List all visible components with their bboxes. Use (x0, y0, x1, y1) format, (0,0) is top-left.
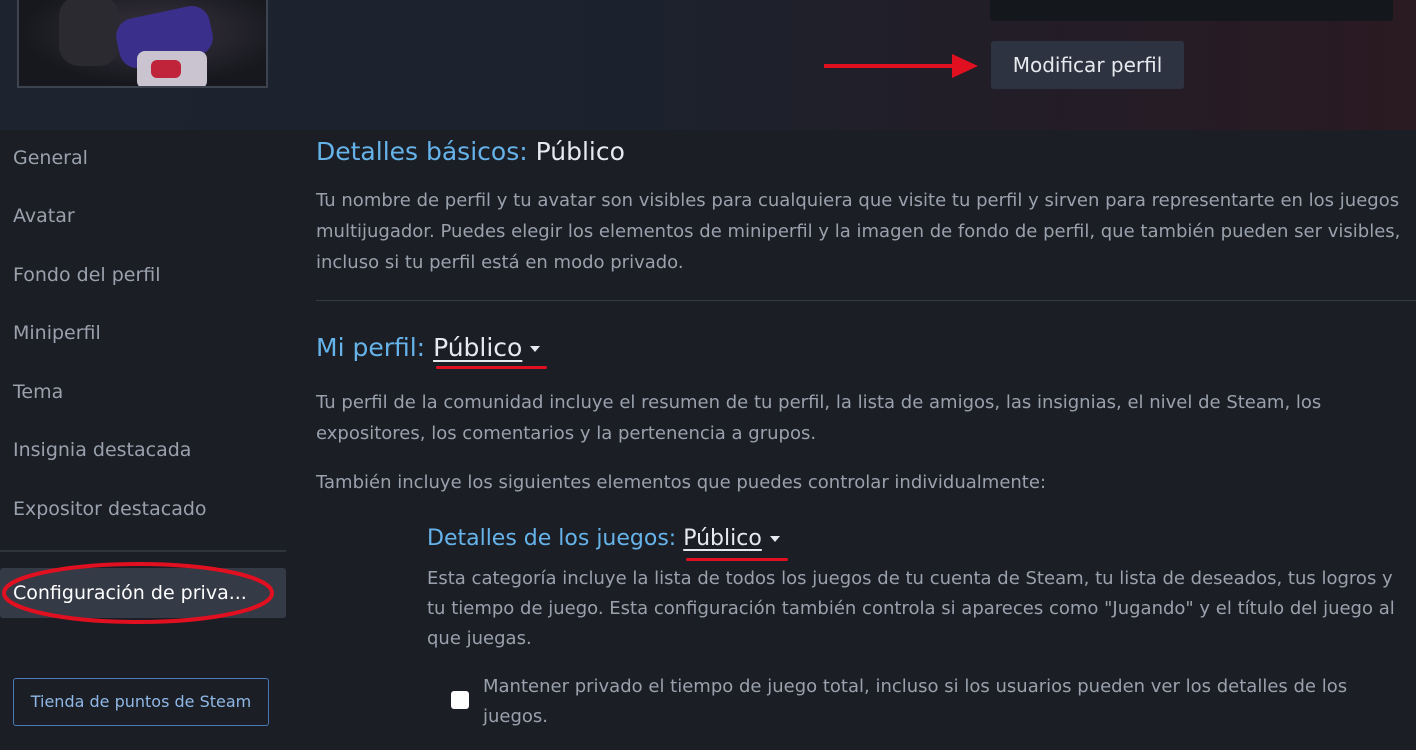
sidebar-item-profile-background[interactable]: Fondo del perfil (13, 264, 161, 286)
profile-header: Modificar perfil (0, 0, 1416, 130)
basic-details-value: Público (535, 137, 625, 166)
sidebar-item-miniprofile[interactable]: Miniperfil (13, 322, 101, 344)
edit-profile-button[interactable]: Modificar perfil (991, 41, 1184, 89)
sidebar-item-featured-showcase[interactable]: Expositor destacado (13, 498, 207, 520)
settings-sidebar: General Avatar Fondo del perfil Miniperf… (0, 130, 300, 750)
my-profile-description: Tu perfil de la comunidad incluye el res… (316, 392, 1322, 444)
private-playtime-checkbox[interactable] (451, 691, 469, 709)
my-profile-heading: Mi perfil: Público (316, 333, 541, 362)
chevron-down-icon[interactable] (530, 346, 541, 352)
basic-details-heading: Detalles básicos: Público (316, 137, 625, 166)
section-divider (316, 300, 1416, 301)
basic-details-description: Tu nombre de perfil y tu avatar son visi… (316, 190, 1401, 273)
annotation-oval (2, 562, 274, 624)
sidebar-item-avatar[interactable]: Avatar (13, 205, 75, 227)
annotation-arrow-icon (824, 54, 978, 78)
game-details-dropdown[interactable]: Público (683, 526, 762, 551)
game-details-heading: Detalles de los juegos: Público (427, 526, 780, 551)
sidebar-item-general[interactable]: General (13, 147, 88, 169)
chevron-down-icon[interactable] (769, 536, 780, 542)
basic-details-label: Detalles básicos: (316, 137, 528, 166)
game-details-label: Detalles de los juegos: (427, 526, 677, 551)
points-shop-button[interactable]: Tienda de puntos de Steam (13, 678, 269, 726)
my-profile-value: Público (433, 333, 523, 362)
my-profile-label: Mi perfil: (316, 333, 426, 362)
annotation-underline (686, 558, 788, 561)
sidebar-item-featured-badge[interactable]: Insignia destacada (13, 439, 191, 461)
privacy-settings-page: Modificar perfil General Avatar Fondo de… (0, 0, 1416, 750)
header-field (990, 0, 1393, 21)
private-playtime-label[interactable]: Mantener privado el tiempo de juego tota… (483, 672, 1416, 732)
avatar (17, 0, 268, 88)
privacy-main: Detalles básicos: Público Tu nombre de p… (316, 130, 1416, 750)
sidebar-divider (0, 550, 286, 552)
game-details-description: Esta categoría incluye la lista de todos… (427, 568, 1395, 649)
also-includes-text: También incluye los siguientes elementos… (316, 472, 1047, 493)
annotation-underline (436, 366, 547, 369)
my-profile-dropdown[interactable]: Público (433, 333, 522, 362)
game-details-value: Público (683, 526, 762, 551)
sidebar-item-theme[interactable]: Tema (13, 381, 63, 403)
